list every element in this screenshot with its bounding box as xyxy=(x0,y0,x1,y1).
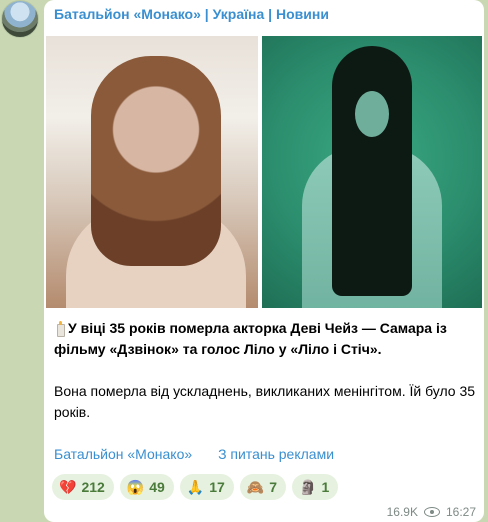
moai-icon: 🗿 xyxy=(299,479,317,495)
reaction-count: 17 xyxy=(209,479,225,495)
reaction-count: 49 xyxy=(149,479,165,495)
channel-link[interactable]: Батальйон «Монако» xyxy=(54,446,192,462)
message-meta: 16.9K 16:27 xyxy=(387,505,476,519)
candle-icon xyxy=(54,321,66,337)
praying-hands-icon: 🙏 xyxy=(186,479,205,495)
reaction-moai[interactable]: 🗿 1 xyxy=(292,474,339,500)
photo-samara-face xyxy=(355,91,389,137)
reaction-count: 212 xyxy=(81,479,105,495)
message-time: 16:27 xyxy=(445,505,476,519)
post-text: У віці 35 років померла акторка Деві Чей… xyxy=(54,318,479,423)
photo-actress-head xyxy=(91,56,221,266)
message-bubble: Батальйон «Монако» | Україна | Новини У … xyxy=(44,0,484,522)
channel-avatar[interactable] xyxy=(1,0,39,38)
broken-heart-icon: 💔 xyxy=(59,479,77,495)
photo-album[interactable] xyxy=(46,36,482,308)
post-links: Батальйон «Монако» З питань реклами xyxy=(54,446,356,462)
reaction-monkey[interactable]: 🙈 7 xyxy=(239,474,287,500)
eye-icon xyxy=(423,507,440,517)
photo-samara[interactable] xyxy=(262,36,482,308)
scream-face-icon: 😱 xyxy=(126,479,145,495)
reaction-praying[interactable]: 🙏 17 xyxy=(179,474,234,500)
channel-title[interactable]: Батальйон «Монако» | Україна | Новини xyxy=(54,6,329,22)
reaction-broken-heart[interactable]: 💔 212 xyxy=(52,474,114,500)
view-count: 16.9K xyxy=(386,505,418,519)
post-paragraph-1: У віці 35 років померла акторка Деві Чей… xyxy=(54,318,479,360)
post-paragraph-1-text: У віці 35 років померла акторка Деві Чей… xyxy=(54,320,447,357)
post-paragraph-2: Вона померла від ускладнень, викликаних … xyxy=(54,383,476,420)
reaction-count: 7 xyxy=(269,479,278,495)
reaction-scream[interactable]: 😱 49 xyxy=(119,474,174,500)
ads-link[interactable]: З питань реклами xyxy=(218,446,334,462)
photo-actress[interactable] xyxy=(46,36,258,308)
reaction-count: 1 xyxy=(321,479,330,495)
photo-samara-hair xyxy=(332,46,412,296)
see-no-evil-monkey-icon: 🙈 xyxy=(246,479,265,495)
reactions-bar: 💔 212 😱 49 🙏 17 🙈 7 🗿 1 xyxy=(52,474,339,500)
